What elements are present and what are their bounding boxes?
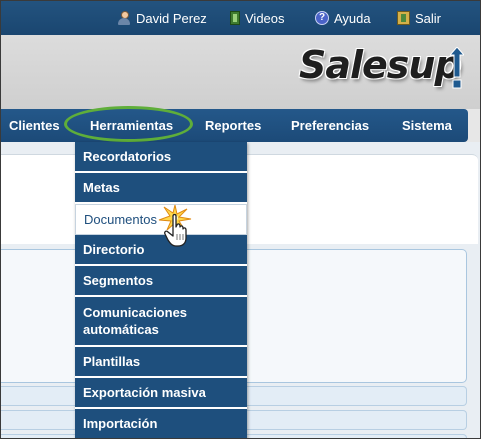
logo-exclamation-icon [450, 47, 464, 89]
hand-pointer-icon [164, 213, 187, 247]
salesup-logo: Salesup [299, 43, 462, 93]
menu-item-label: Documentos [84, 212, 157, 227]
videos-label: Videos [245, 10, 285, 26]
menu-item-label: Recordatorios [83, 149, 172, 164]
logout-label: Salir [415, 10, 442, 26]
menu-item-directorio[interactable]: Directorio [75, 235, 247, 266]
menu-item-metas[interactable]: Metas [75, 173, 247, 204]
menu-item-label: Directorio [83, 242, 145, 257]
videos-link[interactable]: Videos [230, 1, 285, 35]
menu-item-plantillas[interactable]: Plantillas [75, 347, 247, 378]
tools-dropdown: Recordatorios Metas Documentos Directori… [75, 142, 247, 438]
highlight-ring [64, 106, 193, 142]
help-icon: ? [315, 11, 329, 25]
nav-preferencias[interactable]: Preferencias [291, 109, 369, 142]
nav-reportes[interactable]: Reportes [205, 109, 261, 142]
menu-item-label: Plantillas [83, 354, 141, 369]
menu-item-label: Importación [83, 416, 158, 431]
help-label: Ayuda [334, 10, 371, 26]
menu-item-segmentos[interactable]: Segmentos [75, 266, 247, 297]
menu-item-label: Exportación masiva [83, 385, 206, 400]
user-name: David Perez [136, 10, 207, 26]
menu-item-label: Segmentos [83, 273, 154, 288]
logout-link[interactable]: Salir [397, 1, 441, 35]
film-icon [230, 11, 240, 25]
menu-item-recordatorios[interactable]: Recordatorios [75, 142, 247, 173]
exit-icon [397, 11, 410, 25]
help-link[interactable]: ? Ayuda [315, 1, 371, 35]
user-icon [117, 11, 131, 25]
nav-clientes[interactable]: Clientes [9, 109, 60, 142]
menu-item-label: Metas [83, 180, 120, 195]
logo-text: Salesup [299, 43, 462, 87]
nav-sistema[interactable]: Sistema [402, 109, 452, 142]
menu-item-label: Comunicaciones automáticas [83, 305, 188, 337]
top-bar: David Perez Videos ? Ayuda Salir [1, 1, 480, 35]
menu-item-importacion[interactable]: Importación [75, 409, 247, 438]
menu-item-exportacion[interactable]: Exportación masiva [75, 378, 247, 409]
app-window: David Perez Videos ? Ayuda Salir Salesup… [0, 0, 481, 439]
user-menu[interactable]: David Perez [117, 1, 207, 35]
menu-item-comunicaciones[interactable]: Comunicaciones automáticas [75, 297, 247, 347]
